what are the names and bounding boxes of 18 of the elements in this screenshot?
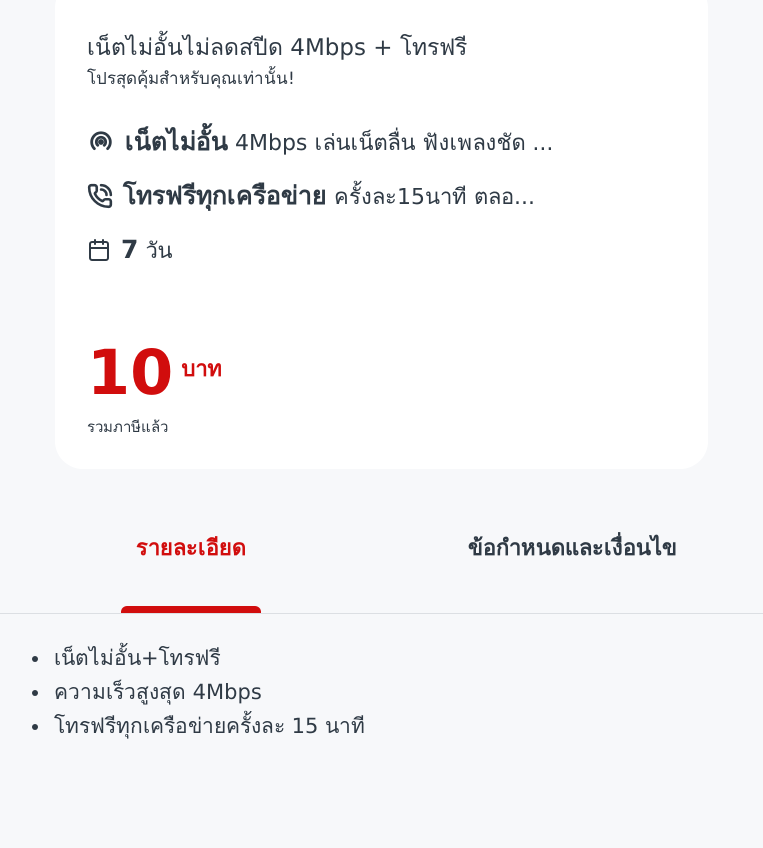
- bullet-icon: [32, 656, 38, 662]
- feature-text: เน็ตไม่อั้น 4Mbps เล่นเน็ตลื่น ฟังเพลงชัด ...: [125, 123, 554, 161]
- tab[interactable]: รายละเอียด: [0, 504, 382, 612]
- bullet-icon: [32, 690, 38, 696]
- calendar-icon: [87, 238, 111, 262]
- phone-call-icon: [87, 183, 113, 209]
- bullet-icon: [32, 724, 38, 730]
- price-note: รวมภาษีแล้ว: [87, 417, 169, 438]
- price-currency: บาท: [181, 356, 222, 384]
- detail-item: เน็ตไม่อั้น+โทรฟรี: [54, 642, 221, 674]
- package-title: เน็ตไม่อั้นไม่ลดสปีด 4Mbps + โทรฟรี: [87, 32, 676, 64]
- tab[interactable]: ข้อกำหนดและเงื่อนไข: [382, 504, 763, 612]
- feature-text: 7 วัน: [121, 234, 172, 266]
- detail-item: ความเร็วสูงสุด 4Mbps: [54, 678, 262, 707]
- feature-text: โทรฟรีทุกเครือข่าย ครั้งละ15นาที ตลอ...: [123, 180, 535, 213]
- package-subtitle: โปรสุดคุ้มสำหรับคุณเท่านั้น!: [87, 66, 676, 92]
- price-amount: 10: [87, 342, 174, 404]
- detail-item: โทรฟรีทุกเครือข่ายครั้งละ 15 นาที: [54, 710, 366, 742]
